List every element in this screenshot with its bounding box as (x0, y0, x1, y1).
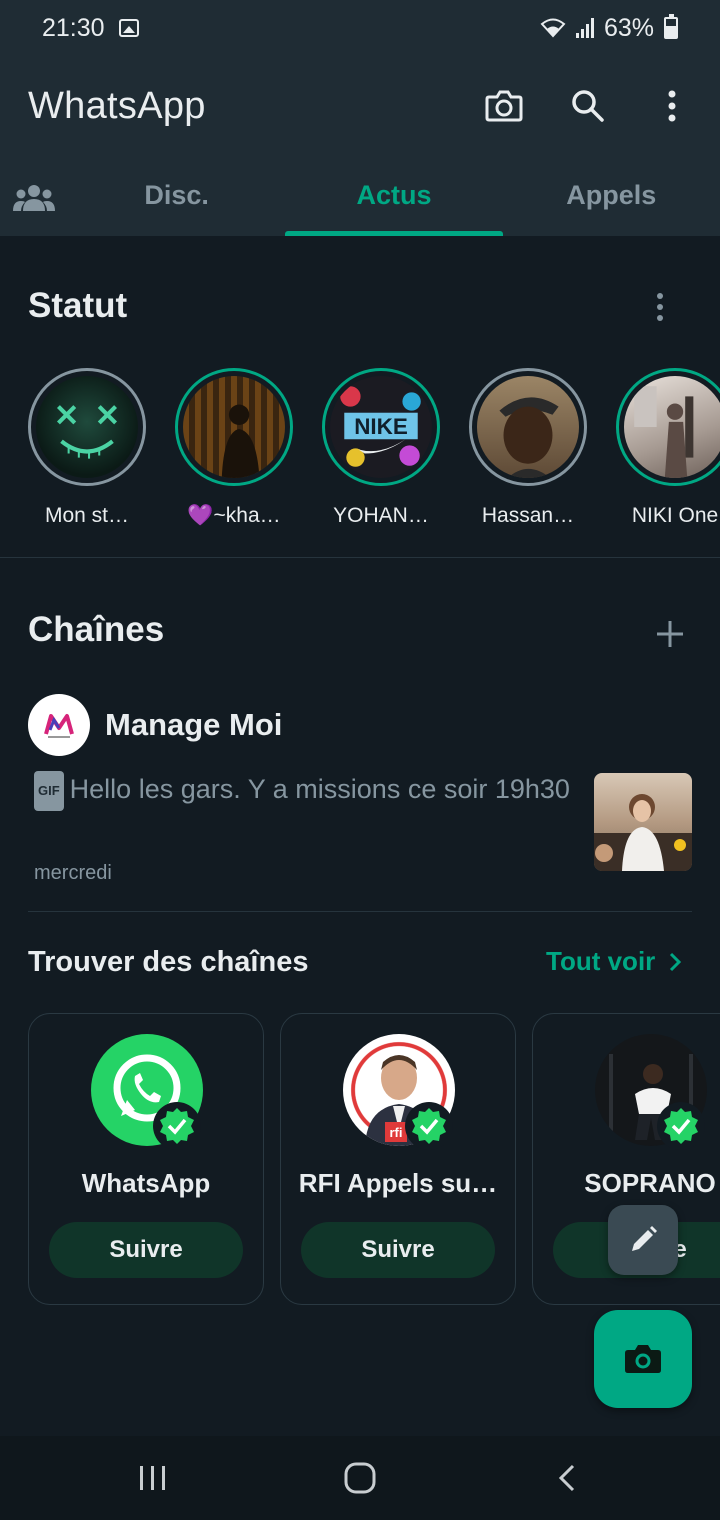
plus-icon (657, 621, 683, 647)
find-channels-heading: Trouver des chaînes (28, 946, 309, 978)
status-item[interactable]: Hassan… (469, 368, 587, 538)
gif-badge: GIF (34, 771, 64, 811)
see-all-label: Tout voir (546, 946, 656, 976)
verified-check-icon (160, 1108, 194, 1144)
svg-text:NIKE: NIKE (354, 414, 408, 439)
status-label: Hassan… (481, 504, 575, 527)
home-icon (344, 1462, 376, 1494)
tab-communities[interactable] (0, 160, 68, 236)
chevron-right-icon (670, 952, 682, 971)
battery-percent: 63% (603, 13, 654, 42)
verified-badge (153, 1102, 201, 1150)
more-vertical-icon (657, 293, 663, 321)
see-all-link[interactable]: Tout voir (546, 946, 682, 977)
manage-moi-logo (44, 714, 74, 738)
status-ring: NIKE (322, 368, 440, 486)
verified-badge (405, 1102, 453, 1150)
channel-card[interactable]: rfi RFI Appels su… Suivre (280, 1013, 516, 1305)
verified-check-icon (412, 1108, 446, 1144)
search-button[interactable] (568, 86, 608, 126)
more-options-button[interactable] (652, 86, 692, 126)
top-app-bar: 21:30 63% WhatsApp Disc. Actus Appels (0, 0, 720, 236)
channel-card-name: SOPRANO (584, 1168, 716, 1198)
status-ring (175, 368, 293, 486)
channel-card-name: WhatsApp (81, 1168, 211, 1198)
system-status-bar: 21:30 63% (0, 0, 720, 56)
follow-button[interactable]: Suivre (49, 1222, 243, 1278)
status-list: Mon st… 💜~kha… NIKE YOHAN… Hassan… NIKI … (28, 368, 720, 538)
create-channel-button[interactable] (652, 616, 688, 657)
status-avatar (183, 376, 285, 478)
channel-last-message: GIF Hello les gars. Y a missions ce soir … (34, 770, 574, 811)
signal-icon (575, 18, 594, 38)
status-item-mine[interactable]: Mon st… (28, 368, 146, 538)
status-label: YOHAN… (333, 504, 429, 527)
channel-card-name: RFI Appels su… (298, 1168, 498, 1198)
follow-button[interactable]: Suivre (301, 1222, 495, 1278)
channel-divider (28, 911, 692, 912)
status-avatar (36, 376, 138, 478)
camera-button[interactable] (484, 86, 524, 126)
main-tabs: Disc. Actus Appels (0, 160, 720, 236)
status-ring (28, 368, 146, 486)
more-vertical-icon (668, 90, 676, 122)
tab-appels[interactable]: Appels (503, 160, 720, 236)
camera-icon (625, 1345, 661, 1373)
statut-more-button[interactable] (655, 292, 665, 327)
edit-status-button[interactable] (608, 1205, 678, 1275)
recent-apps-button[interactable] (113, 1448, 193, 1508)
clock: 21:30 (42, 13, 105, 42)
status-ring (469, 368, 587, 486)
status-avatar: NIKE (330, 376, 432, 478)
status-label: 💜~kha… (187, 504, 281, 527)
svg-text:rfi: rfi (390, 1125, 403, 1140)
new-status-camera-button[interactable] (594, 1310, 692, 1408)
channel-card[interactable]: WhatsApp Suivre (28, 1013, 264, 1305)
back-button[interactable] (527, 1448, 607, 1508)
camera-icon (485, 90, 523, 122)
recent-apps-icon (140, 1466, 166, 1490)
verified-badge (657, 1102, 705, 1150)
channel-avatar (28, 694, 90, 756)
app-header: WhatsApp (28, 78, 692, 134)
channel-date: mercredi (34, 862, 112, 884)
verified-check-icon (664, 1108, 698, 1144)
pencil-icon (632, 1226, 657, 1251)
status-avatar (477, 376, 579, 478)
wifi-icon (540, 18, 566, 38)
communities-icon (13, 185, 55, 211)
status-item[interactable]: 💜~kha… (175, 368, 293, 538)
channel-message-text: Hello les gars. Y a missions ce soir 19h… (69, 774, 570, 804)
image-notification-icon (118, 19, 139, 37)
app-title: WhatsApp (28, 84, 206, 127)
status-item[interactable]: NIKI One (616, 368, 720, 538)
search-icon (572, 90, 604, 122)
home-button[interactable] (320, 1448, 400, 1508)
back-chevron-icon (558, 1464, 574, 1492)
status-label: NIKI One (631, 504, 719, 527)
tab-actus[interactable]: Actus (285, 160, 503, 236)
channel-item[interactable]: Manage Moi GIF Hello les gars. Y a missio… (28, 694, 692, 884)
statut-heading: Statut (28, 286, 128, 325)
channel-name: Manage Moi (105, 707, 283, 742)
status-ring (616, 368, 720, 486)
system-navigation-bar (0, 1436, 720, 1520)
status-item[interactable]: NIKE YOHAN… (322, 368, 440, 538)
mask-face-icon (56, 405, 118, 459)
chaines-heading: Chaînes (28, 610, 165, 649)
status-label: Mon st… (44, 504, 130, 527)
channel-media-thumbnail[interactable] (594, 773, 692, 871)
section-divider (0, 557, 720, 558)
tab-discussions[interactable]: Disc. (68, 160, 285, 236)
status-avatar (624, 376, 720, 478)
battery-icon (664, 14, 678, 39)
